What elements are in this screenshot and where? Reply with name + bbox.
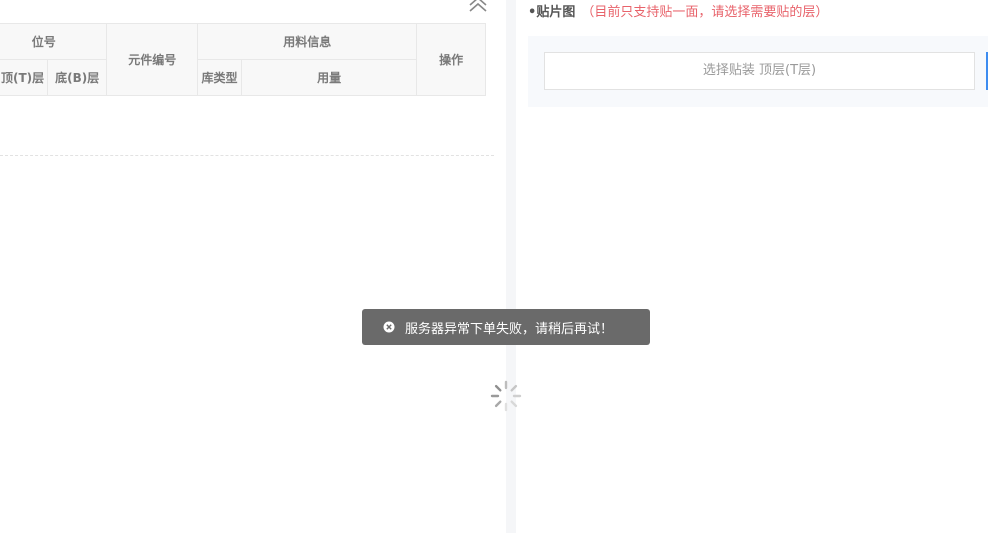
toast-message: 服务器异常下单失败，请稍后再试！ [405, 321, 614, 337]
layer-select-area: 选择贴装 顶层(T层) [528, 36, 988, 107]
placement-panel: •贴片图 （目前只支持贴一面，请选择需要贴的层） 选择贴装 顶层(T层) [516, 0, 988, 533]
header-actions: 操作 [416, 23, 486, 96]
placement-note: （目前只支持贴一面，请选择需要贴的层） [581, 5, 829, 20]
collapse-icon[interactable] [466, 0, 490, 18]
loading-spinner-icon [489, 379, 523, 413]
header-material-info: 用料信息 [197, 23, 418, 60]
header-part-number: 元件编号 [106, 23, 199, 96]
panel-gutter [506, 0, 516, 533]
close-circle-icon [383, 321, 395, 333]
header-warehouse-type: 库类型 [197, 59, 242, 96]
placement-title: 贴片图 [536, 5, 576, 20]
header-top-layer: 顶(T)层 [0, 59, 48, 96]
error-toast: 服务器异常下单失败，请稍后再试！ [362, 309, 650, 345]
divider [0, 155, 494, 156]
header-quantity: 用量 [240, 59, 418, 96]
header-bottom-layer: 底(B)层 [46, 59, 108, 96]
bom-table: 位号 元件编号 用料信息 操作 顶(T)层 底(B)层 库类型 用量 [0, 23, 486, 96]
bom-panel: 位号 元件编号 用料信息 操作 顶(T)层 底(B)层 库类型 用量 [0, 0, 506, 533]
header-position: 位号 [0, 23, 108, 60]
placement-heading: •贴片图 （目前只支持贴一面，请选择需要贴的层） [528, 1, 828, 20]
layer-select-button[interactable]: 选择贴装 顶层(T层) [544, 52, 975, 90]
